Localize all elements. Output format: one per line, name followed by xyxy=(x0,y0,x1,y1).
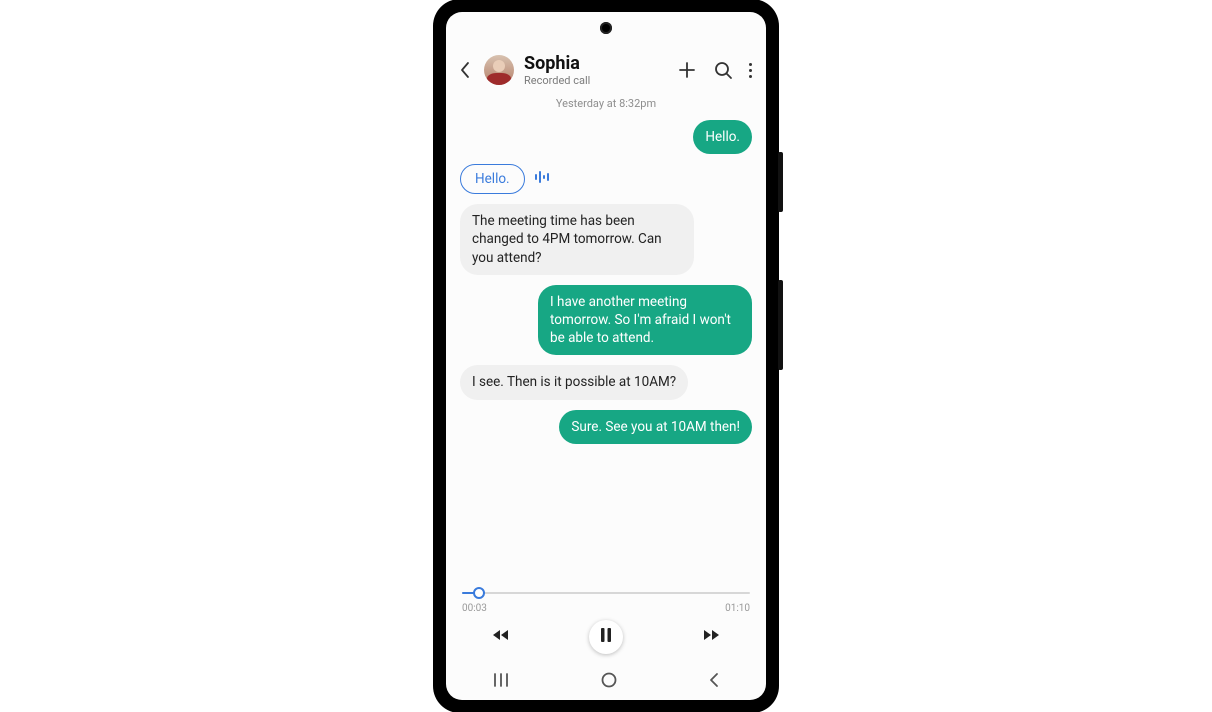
message-bubble-sent[interactable]: I have another meeting tomorrow. So I'm … xyxy=(538,285,752,356)
message-row: I see. Then is it possible at 10AM? xyxy=(460,365,752,399)
back-button[interactable] xyxy=(456,61,474,79)
timestamp-label: Yesterday at 8:32pm xyxy=(446,97,766,110)
nav-home[interactable] xyxy=(600,671,618,693)
contact-title-block[interactable]: Sophia Recorded call xyxy=(524,54,667,87)
forward-button[interactable] xyxy=(700,627,720,647)
total-time: 01:10 xyxy=(725,603,750,614)
message-bubble-sent[interactable]: Sure. See you at 10AM then! xyxy=(559,410,752,444)
message-row: Hello. xyxy=(460,164,752,194)
elapsed-time: 00:03 xyxy=(462,603,487,614)
contact-name: Sophia xyxy=(524,54,667,74)
conversation-header: Sophia Recorded call xyxy=(446,48,766,95)
message-row: The meeting time has been changed to 4PM… xyxy=(460,204,752,275)
back-icon xyxy=(707,672,721,688)
seek-track xyxy=(462,592,750,594)
more-button[interactable] xyxy=(749,63,752,78)
plus-icon xyxy=(677,60,697,80)
front-camera xyxy=(600,22,612,34)
message-row: Sure. See you at 10AM then! xyxy=(460,410,752,444)
system-nav-bar xyxy=(446,664,766,700)
seek-handle[interactable] xyxy=(473,587,485,599)
message-row: I have another meeting tomorrow. So I'm … xyxy=(460,285,752,356)
screen: Sophia Recorded call Yesterday at 8:32pm xyxy=(446,12,766,700)
add-button[interactable] xyxy=(677,60,697,80)
contact-avatar[interactable] xyxy=(484,55,514,85)
message-bubble-received[interactable]: I see. Then is it possible at 10AM? xyxy=(460,365,688,399)
rewind-icon xyxy=(492,627,512,643)
seek-bar[interactable] xyxy=(462,583,750,603)
message-thread[interactable]: Hello. Hello. The meeting time has been … xyxy=(446,120,766,579)
message-row: Hello. xyxy=(460,120,752,154)
rewind-button[interactable] xyxy=(492,627,512,647)
waveform-icon[interactable] xyxy=(533,169,553,189)
phone-frame: Sophia Recorded call Yesterday at 8:32pm xyxy=(434,0,778,712)
message-bubble-sent[interactable]: Hello. xyxy=(693,120,752,154)
nav-back[interactable] xyxy=(707,672,721,692)
chevron-left-icon xyxy=(458,61,472,79)
fast-forward-icon xyxy=(700,627,720,643)
search-icon xyxy=(713,60,733,80)
recents-icon xyxy=(491,672,511,688)
header-subtitle: Recorded call xyxy=(524,75,667,87)
nav-recents[interactable] xyxy=(491,672,511,692)
more-vertical-icon xyxy=(749,63,752,66)
search-button[interactable] xyxy=(713,60,733,80)
pause-icon xyxy=(599,627,613,643)
message-bubble-received[interactable]: The meeting time has been changed to 4PM… xyxy=(460,204,694,275)
play-pause-button[interactable] xyxy=(589,620,623,654)
audio-player: 00:03 01:10 xyxy=(446,579,766,664)
transcript-pill[interactable]: Hello. xyxy=(460,164,525,194)
home-icon xyxy=(600,671,618,689)
